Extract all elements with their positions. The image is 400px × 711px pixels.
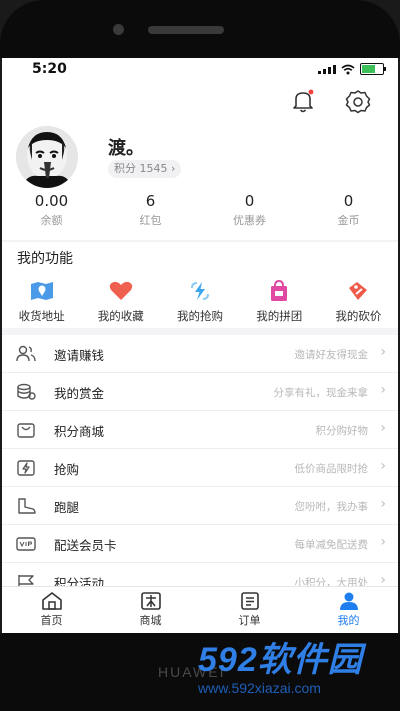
menu-hint: 分享有礼，现金来拿 xyxy=(273,387,369,399)
menu-hint: 您吩咐，我办事 xyxy=(294,501,369,513)
menu-label: 积分商城 xyxy=(54,424,105,439)
bottom-tab-bar: 首页 商城 订单 我的 xyxy=(2,586,398,633)
menu-hint: 每单减免配送费 xyxy=(294,539,369,551)
tab-label: 我的 xyxy=(337,614,360,627)
chevron-right-icon: › xyxy=(380,344,386,360)
profile-header: 渡。 积分 1545 › 0.00 余额 6 红包 0 优惠券 0 金币 xyxy=(2,80,398,240)
watermark-number: 592 xyxy=(198,641,258,679)
tab-label: 商城 xyxy=(139,614,162,627)
status-time: 5:20 xyxy=(32,61,67,77)
points-badge[interactable]: 积分 1545 › xyxy=(108,160,182,178)
stat-label: 金币 xyxy=(337,214,360,227)
stat-label: 余额 xyxy=(40,214,63,227)
chevron-right-icon: › xyxy=(380,534,386,550)
menu-label: 我的赏金 xyxy=(54,386,105,401)
stat-value: 0 xyxy=(244,192,255,210)
chevron-right-icon: › xyxy=(380,420,386,436)
front-camera xyxy=(113,24,124,35)
menu-item-flash-sale[interactable]: 抢购 低价商品限时抢 › xyxy=(2,449,398,487)
system-icons xyxy=(318,63,386,75)
battery-icon xyxy=(360,63,386,75)
stat-red-packet[interactable]: 6 红包 xyxy=(101,192,200,228)
function-bargain[interactable]: 我的砍价 xyxy=(319,280,398,324)
menu-list: 邀请赚钱 邀请好友得现金 › 我的赏金 分享有礼，现金来拿 › 积分商城 积分购… xyxy=(2,335,398,601)
tab-profile[interactable]: 我的 xyxy=(299,587,398,633)
menu-item-bounty[interactable]: 我的赏金 分享有礼，现金来拿 › xyxy=(2,373,398,411)
function-address[interactable]: 收货地址 xyxy=(2,280,81,324)
menu-label: 抢购 xyxy=(54,462,80,477)
earpiece-speaker xyxy=(148,26,224,34)
menu-item-errand[interactable]: 跑腿 您吩咐，我办事 › xyxy=(2,487,398,525)
map-icon xyxy=(30,282,53,300)
function-label: 我的砍价 xyxy=(335,309,382,323)
stat-value: 0 xyxy=(343,192,354,210)
bargain-tag-icon xyxy=(349,282,368,300)
menu-hint: 低价商品限时抢 xyxy=(294,463,369,475)
stat-label: 优惠券 xyxy=(233,214,266,227)
notification-dot xyxy=(308,89,314,95)
flash-box-icon xyxy=(17,460,35,476)
menu-hint: 积分购好物 xyxy=(315,425,369,437)
tab-orders[interactable]: 订单 xyxy=(200,587,299,633)
tab-home[interactable]: 首页 xyxy=(2,587,101,633)
status-bar: 5:20 xyxy=(2,58,398,80)
watermark-title: 592软件园 xyxy=(198,640,386,680)
heart-icon xyxy=(109,281,132,300)
signal-icon xyxy=(318,64,336,74)
order-icon xyxy=(240,592,259,610)
menu-item-invite[interactable]: 邀请赚钱 邀请好友得现金 › xyxy=(2,335,398,373)
stat-gold-coins[interactable]: 0 金币 xyxy=(299,192,398,228)
account-stats: 0.00 余额 6 红包 0 优惠券 0 金币 xyxy=(2,192,398,228)
tab-mall[interactable]: 商城 xyxy=(101,587,200,633)
tab-label: 首页 xyxy=(40,614,63,627)
function-label: 我的收藏 xyxy=(97,309,144,323)
chevron-right-icon: › xyxy=(380,458,386,474)
function-favorites[interactable]: 我的收藏 xyxy=(81,280,160,324)
menu-label: 配送会员卡 xyxy=(54,538,117,553)
phone-top-bezel xyxy=(0,0,400,58)
section-title: 我的功能 xyxy=(17,251,73,267)
settings-gear-icon[interactable] xyxy=(344,88,372,114)
function-group-buy[interactable]: 我的拼团 xyxy=(240,280,319,324)
chevron-right-icon: › xyxy=(380,496,386,512)
avatar-image xyxy=(16,126,78,188)
menu-item-delivery-card[interactable]: 配送会员卡 每单减免配送费 › xyxy=(2,525,398,563)
chevron-right-icon: › xyxy=(380,382,386,398)
mall-icon xyxy=(140,592,161,610)
tab-label: 订单 xyxy=(238,614,261,627)
users-icon xyxy=(16,345,36,362)
watermark-text: 软件园 xyxy=(257,641,363,679)
boot-icon xyxy=(18,498,36,514)
function-label: 收货地址 xyxy=(18,309,65,323)
my-functions-section: 我的功能 收货地址 我的收藏 我的抢购 我的拼团 我的砍价 xyxy=(2,242,398,328)
wifi-icon xyxy=(341,64,355,74)
notification-bell-icon[interactable] xyxy=(290,88,316,114)
menu-label: 跑腿 xyxy=(54,500,80,515)
menu-hint: 邀请好友得现金 xyxy=(294,349,369,361)
coins-icon xyxy=(17,383,36,400)
stat-value: 0.00 xyxy=(34,192,69,210)
function-grid: 收货地址 我的收藏 我的抢购 我的拼团 我的砍价 xyxy=(2,280,398,324)
stat-coupons[interactable]: 0 优惠券 xyxy=(200,192,299,228)
function-label: 我的抢购 xyxy=(177,309,223,323)
group-bag-icon xyxy=(271,280,288,301)
flash-icon xyxy=(191,282,209,300)
watermark: 592软件园 www.592xiazai.com xyxy=(198,640,386,696)
profile-icon xyxy=(339,592,358,610)
vip-card-icon xyxy=(16,537,36,551)
stat-value: 6 xyxy=(145,192,156,210)
menu-item-points-mall[interactable]: 积分商城 积分购好物 › xyxy=(2,411,398,449)
mall-bag-icon xyxy=(17,423,35,438)
menu-label: 邀请赚钱 xyxy=(54,348,105,363)
watermark-url: www.592xiazai.com xyxy=(198,680,321,696)
function-label: 我的拼团 xyxy=(256,309,303,323)
user-nickname: 渡。 xyxy=(108,138,144,159)
avatar[interactable] xyxy=(16,126,78,188)
stat-label: 红包 xyxy=(139,214,162,227)
home-icon xyxy=(41,592,62,610)
function-flash-sale[interactable]: 我的抢购 xyxy=(160,280,239,324)
stat-balance[interactable]: 0.00 余额 xyxy=(2,192,101,228)
app-screen: 5:20 渡。 积分 1545 › 0.00 余额 6 红包 0 优惠券 0 金… xyxy=(2,58,398,633)
